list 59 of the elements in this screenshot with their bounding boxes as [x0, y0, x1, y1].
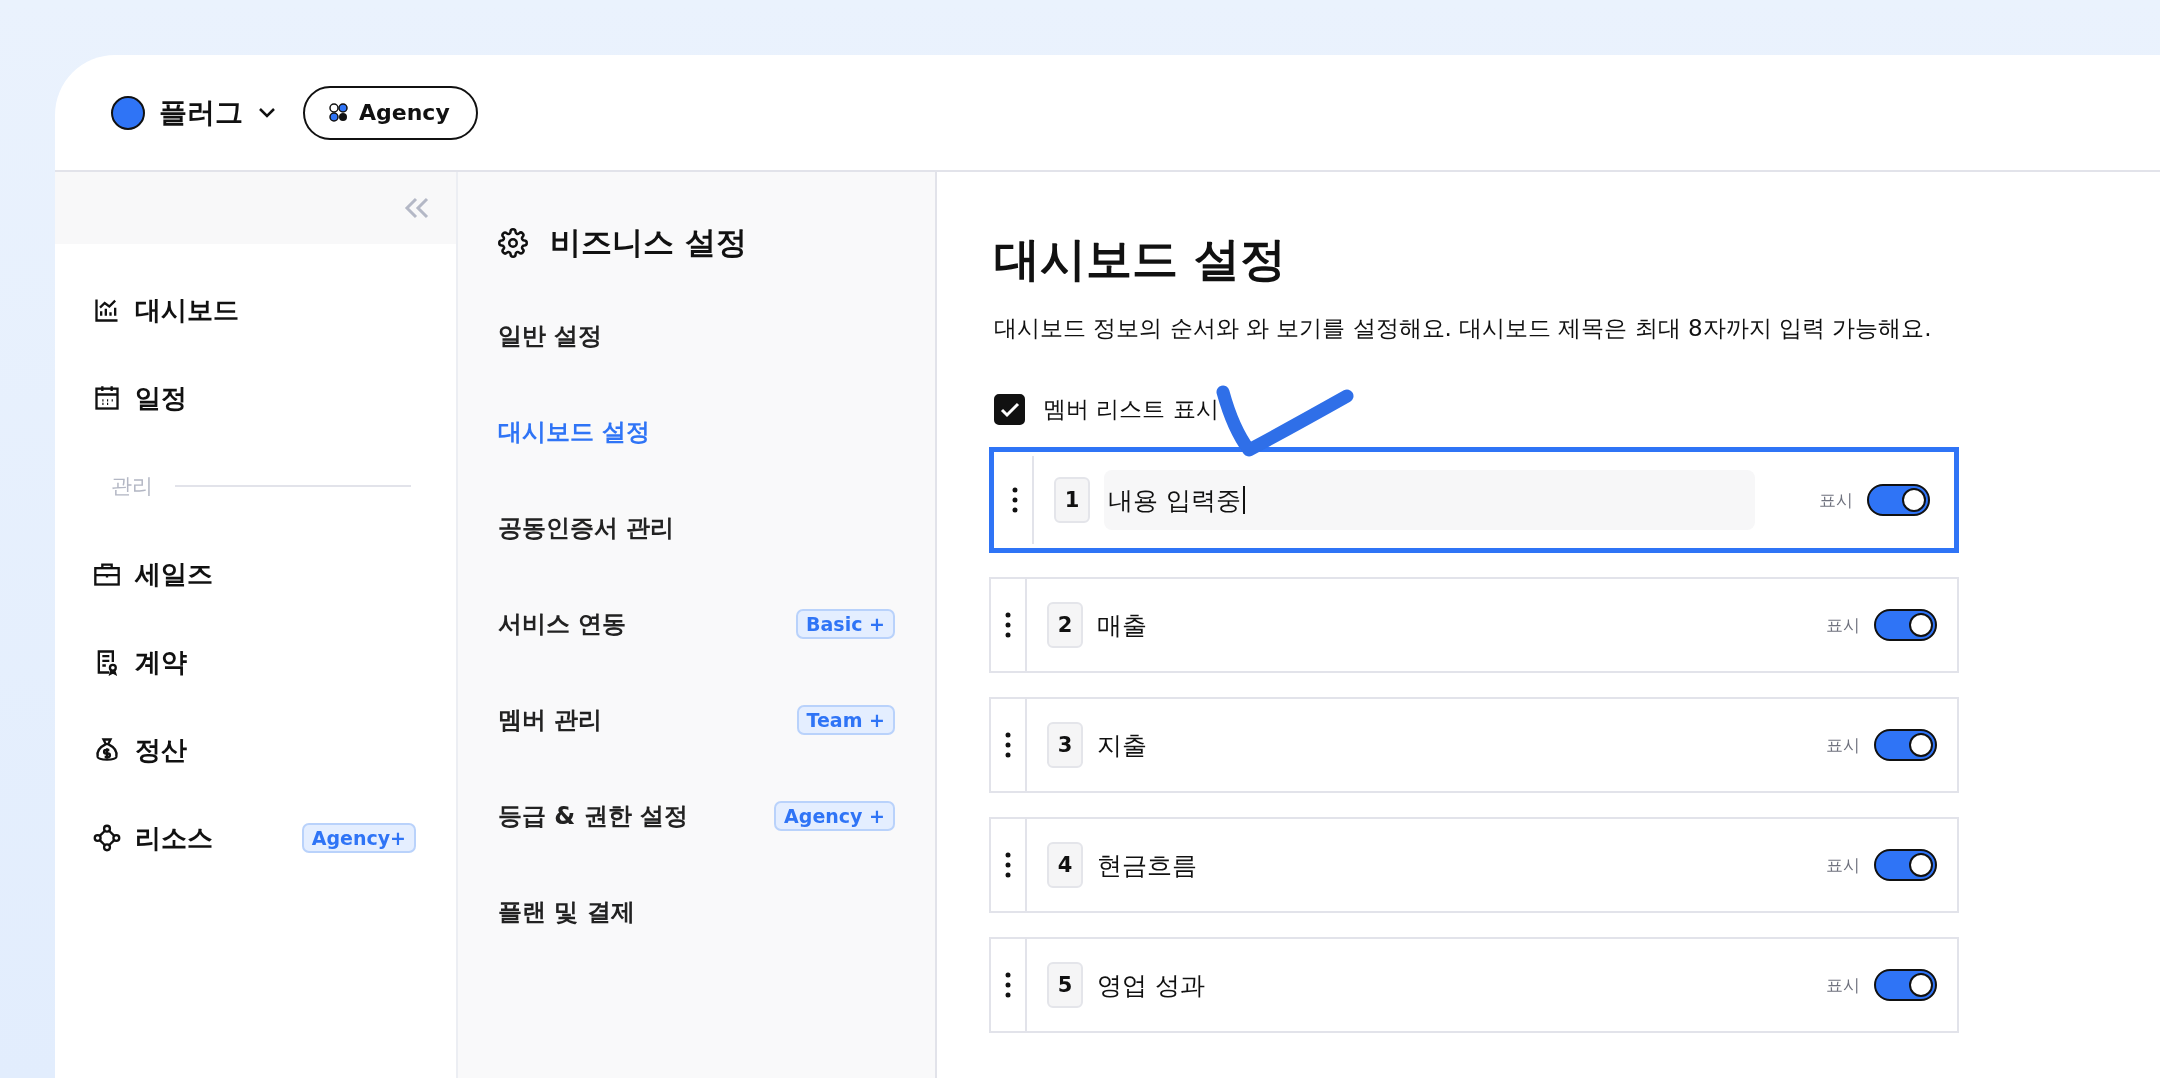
plan-tag: Agency + — [774, 801, 895, 831]
calendar-icon — [93, 384, 121, 412]
row-title: 매출 — [1097, 609, 1148, 642]
drag-handle-icon[interactable] — [1005, 852, 1011, 879]
order-number: 1 — [1054, 477, 1090, 524]
plan-tag: Agency+ — [301, 823, 416, 853]
row-title: 지출 — [1097, 729, 1148, 762]
check-icon — [999, 401, 1020, 418]
row-title: 현금흐름 — [1097, 849, 1198, 882]
toggle-label: 표시 — [1826, 973, 1860, 997]
toggle-switch[interactable] — [1867, 484, 1930, 517]
chevron-down-icon — [257, 105, 277, 120]
toggle-label: 표시 — [1826, 853, 1860, 877]
plan-tag: Basic + — [796, 609, 895, 639]
sidebar-item[interactable]: 계약 — [93, 618, 456, 706]
drag-handle-icon[interactable] — [1005, 612, 1011, 639]
drag-handle-icon[interactable] — [1005, 972, 1011, 999]
settings-menu-item[interactable]: 대시보드 설정 — [498, 384, 895, 480]
order-number: 3 — [1047, 722, 1083, 769]
money-bag-icon — [93, 736, 121, 764]
drag-handle-icon[interactable] — [1005, 732, 1011, 759]
nodes-icon — [93, 824, 121, 852]
settings-menu-item[interactable]: 멤버 관리 Team + — [498, 672, 895, 768]
order-number: 5 — [1047, 962, 1083, 1009]
toggle-switch[interactable] — [1874, 849, 1937, 882]
settings-icon — [498, 228, 528, 258]
settings-menu-item[interactable]: 서비스 연동 Basic + — [498, 576, 895, 672]
settings-menu-item[interactable]: 등급 & 권한 설정 Agency + — [498, 768, 895, 864]
order-number: 2 — [1047, 602, 1083, 649]
plan-pill[interactable]: Agency — [303, 85, 478, 140]
toggle-label: 표시 — [1826, 733, 1860, 757]
sidebar-item[interactable]: 일정 — [93, 354, 456, 442]
circles-icon — [329, 102, 349, 123]
workspace-dot-icon — [111, 95, 145, 130]
toggle-label: 표시 — [1826, 613, 1860, 637]
workspace-switcher[interactable]: 플러그 — [111, 93, 277, 132]
settings-title: 비즈니스 설정 — [550, 223, 747, 262]
toggle-switch[interactable] — [1874, 729, 1937, 762]
row-title: 영업 성과 — [1097, 969, 1206, 1002]
toggle-switch[interactable] — [1874, 969, 1937, 1002]
order-number: 4 — [1047, 842, 1083, 889]
sidebar-item[interactable]: 세일즈 — [93, 530, 456, 618]
sidebar-item[interactable]: 정산 — [93, 706, 456, 794]
workspace-name: 플러그 — [159, 94, 243, 131]
page-title: 대시보드 설정 — [994, 232, 1287, 288]
toggle-label: 표시 — [1819, 488, 1853, 512]
checkbox[interactable] — [994, 394, 1025, 426]
settings-menu-item[interactable]: 공동인증서 관리 — [498, 480, 895, 576]
sidebar-item[interactable]: 대시보드 — [93, 266, 456, 354]
section-title: 관리 — [111, 473, 153, 500]
plan-tag: Team + — [796, 705, 895, 735]
sidebar-item[interactable]: 리소스 Agency+ — [93, 794, 456, 882]
settings-menu-item[interactable]: 플랜 및 결제 — [498, 864, 895, 960]
settings-menu-item[interactable]: 일반 설정 — [498, 288, 895, 384]
drag-handle-icon[interactable] — [1012, 487, 1018, 514]
checkbox-label: 멤버 리스트 표시 — [1043, 395, 1219, 425]
page-description: 대시보드 정보의 순서와 와 보기를 설정해요. 대시보드 제목은 최대 8자까지 입력 가능해요. — [994, 314, 1933, 344]
title-input-field[interactable]: 내용 입력중 — [1104, 470, 1755, 531]
toggle-switch[interactable] — [1874, 609, 1937, 642]
